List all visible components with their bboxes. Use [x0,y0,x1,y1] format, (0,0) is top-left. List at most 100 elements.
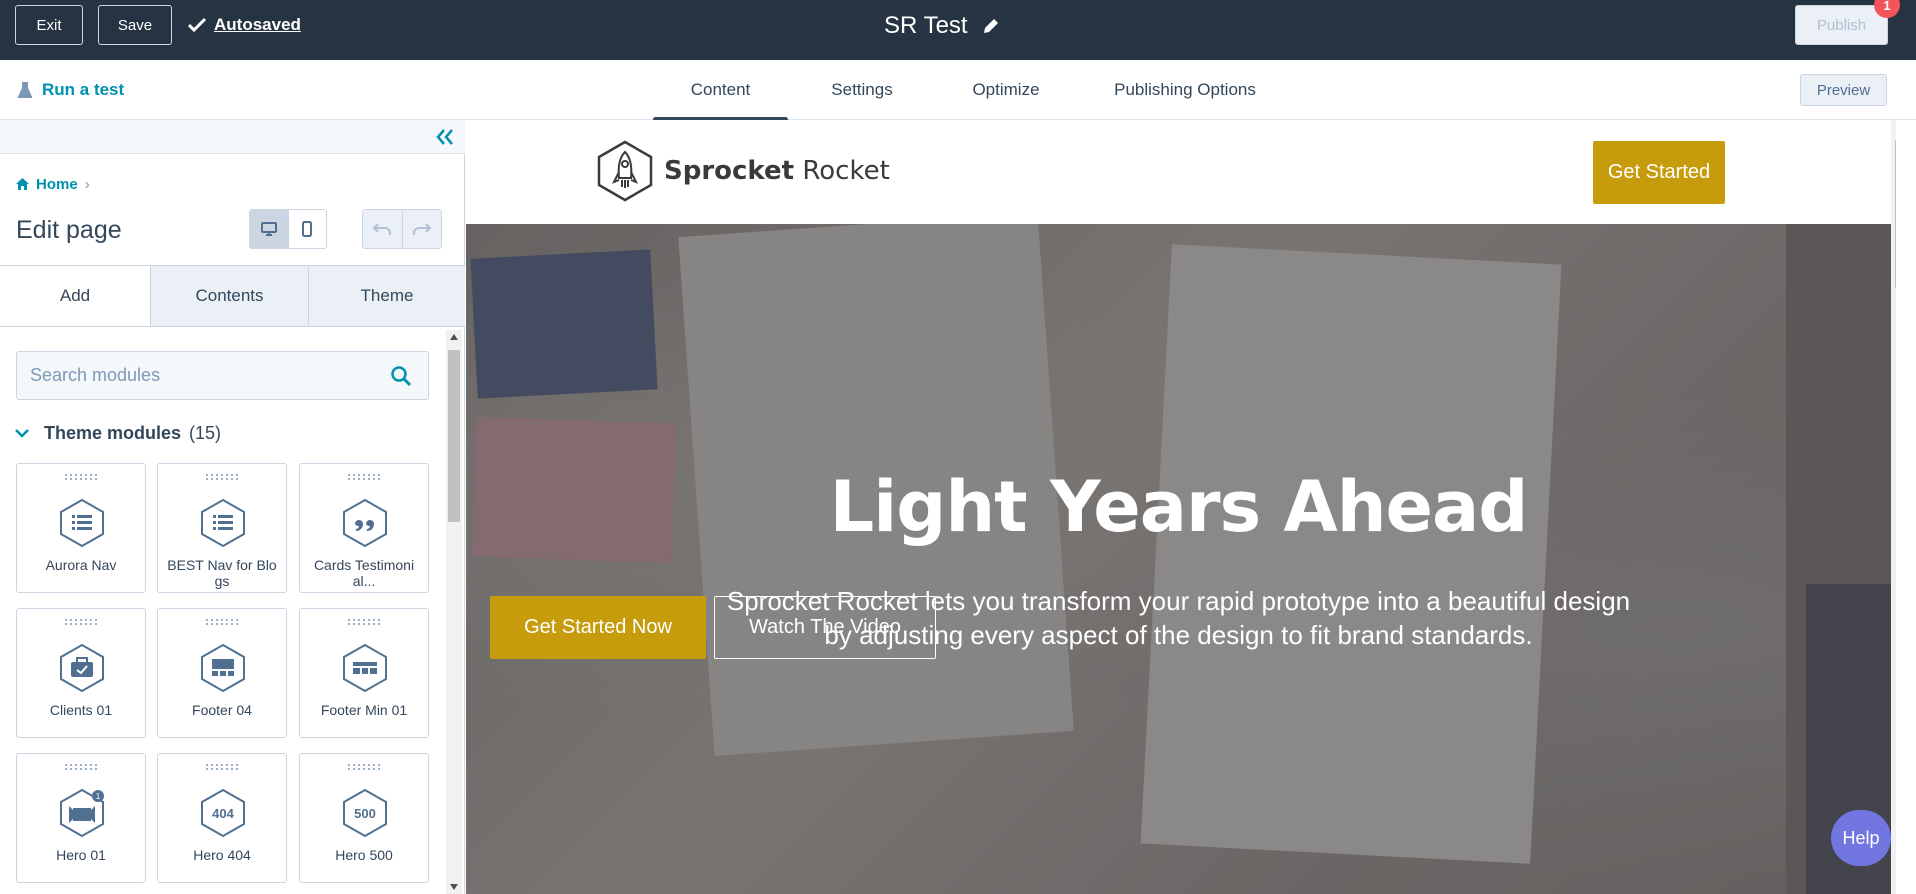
run-a-test-label: Run a test [42,80,125,99]
svg-text:500: 500 [354,806,376,821]
page-title-text: SR Test [884,12,968,39]
tab-theme[interactable]: Theme [308,266,465,326]
module-name: Cards Testimoni al... [313,557,415,589]
module-card-hero-01[interactable]: 1 Hero 01 [16,753,146,883]
home-icon [16,178,29,190]
module-card-footer-min-01[interactable]: Footer Min 01 [299,608,429,738]
tab-contents[interactable]: Contents [150,266,308,326]
save-button[interactable]: Save [98,5,172,45]
editor-subbar: Run a test Content Settings Optimize Pub… [0,60,1916,122]
site-logo: Sprocket Rocket [596,140,890,202]
brand-name-bold: Sprocket [664,156,795,186]
module-card-footer-04[interactable]: Footer 04 [157,608,287,738]
tab-content[interactable]: Content [653,60,788,122]
rocket-logo-icon [597,140,653,202]
scroll-up-arrow-icon[interactable] [450,334,458,340]
drag-handle-icon[interactable] [64,473,100,481]
briefcase-icon [60,643,104,693]
brand-name: Sprocket Rocket [664,156,890,186]
page-preview: Sprocket Rocket Get Started Light Years … [466,120,1896,894]
undo-redo-group [362,209,442,249]
drag-handle-icon[interactable] [347,618,383,626]
page-title[interactable]: SR Test [884,10,1000,42]
module-search [16,351,429,400]
module-card-cards-testimonial[interactable]: Cards Testimoni al... [299,463,429,593]
svg-text:404: 404 [212,806,234,821]
sidebar-scrollbar[interactable] [446,330,462,894]
drag-handle-icon[interactable] [347,473,383,481]
undo-button[interactable] [363,210,402,248]
desktop-icon [260,222,277,236]
list-icon [60,498,104,548]
chevron-down-icon [15,429,29,438]
watch-video-button[interactable]: Watch The Video [714,596,936,659]
drag-handle-icon[interactable] [205,473,241,481]
breadcrumb: Home › [16,172,90,196]
header-get-started-button[interactable]: Get Started [1593,141,1725,204]
module-name: Clients 01 [49,702,113,718]
module-name: Hero 500 [335,847,393,863]
module-card-hero-404[interactable]: 404 Hero 404 [157,753,287,883]
help-button[interactable]: Help [1831,810,1891,866]
site-header[interactable]: Sprocket Rocket Get Started [466,120,1891,224]
module-card-best-nav[interactable]: BEST Nav for Blo gs [157,463,287,593]
pencil-icon[interactable] [982,17,1000,35]
tab-publishing-options[interactable]: Publishing Options [1076,60,1294,120]
exit-button[interactable]: Exit [15,5,83,45]
module-card-aurora-nav[interactable]: Aurora Nav [16,463,146,593]
500-icon: 500 [343,788,387,838]
flask-icon [18,82,32,98]
sidebar-collapse-row [0,120,465,154]
hero-section[interactable]: Light Years Ahead Sprocket Rocket lets y… [466,224,1891,894]
tab-add[interactable]: Add [0,266,150,326]
drag-handle-icon[interactable] [347,763,383,771]
device-toggle [249,209,327,249]
quote-icon [343,498,387,548]
get-started-now-button[interactable]: Get Started Now [490,596,706,659]
mobile-icon [302,221,313,237]
mobile-view-button[interactable] [287,210,326,248]
publish-button[interactable]: Publish [1795,5,1888,45]
editor-tabs: Content Settings Optimize Publishing Opt… [653,60,1294,122]
module-name: Footer 04 [192,702,252,718]
edit-page-title: Edit page [16,216,122,244]
breadcrumb-chevron-icon: › [84,175,90,193]
footer-icon [201,643,245,693]
theme-modules-header[interactable]: Theme modules (15) [14,420,221,446]
drag-handle-icon[interactable] [205,763,241,771]
theme-modules-title: Theme modules [44,422,182,443]
tab-optimize[interactable]: Optimize [936,60,1076,120]
tab-settings[interactable]: Settings [788,60,936,120]
editor-topbar: Exit Save Autosaved SR Test Publish 1 [0,0,1916,60]
undo-icon [372,223,392,235]
module-card-hero-500[interactable]: 500 Hero 500 [299,753,429,883]
module-name: Footer Min 01 [320,702,408,718]
preview-button[interactable]: Preview [1800,74,1887,106]
svg-text:1: 1 [96,792,101,801]
search-icon[interactable] [390,365,412,387]
drag-handle-icon[interactable] [64,763,100,771]
autosaved-status[interactable]: Autosaved [188,13,301,37]
module-name: BEST Nav for Blo gs [167,557,277,589]
drag-handle-icon[interactable] [205,618,241,626]
hero-title: Light Years Ahead [829,466,1529,548]
preview-scrollbar[interactable] [1891,120,1896,894]
video-icon: 1 [60,788,104,838]
redo-icon [412,223,432,235]
module-card-clients-01[interactable]: Clients 01 [16,608,146,738]
module-name: Hero 404 [193,847,251,863]
double-chevron-left-icon[interactable] [434,126,456,148]
scroll-thumb[interactable] [1895,140,1896,288]
run-a-test-link[interactable]: Run a test [18,78,124,102]
module-name: Hero 01 [56,847,106,863]
scroll-thumb[interactable] [448,350,460,522]
breadcrumb-home[interactable]: Home [36,176,78,193]
list-icon [201,498,245,548]
redo-button[interactable] [401,210,441,248]
sidebar-panel: Home › Edit page Add Contents Theme Them… [0,120,465,894]
drag-handle-icon[interactable] [64,618,100,626]
desktop-view-button[interactable] [250,210,288,248]
module-name: Aurora Nav [45,557,117,573]
scroll-down-arrow-icon[interactable] [450,884,458,890]
search-input[interactable] [30,365,380,386]
